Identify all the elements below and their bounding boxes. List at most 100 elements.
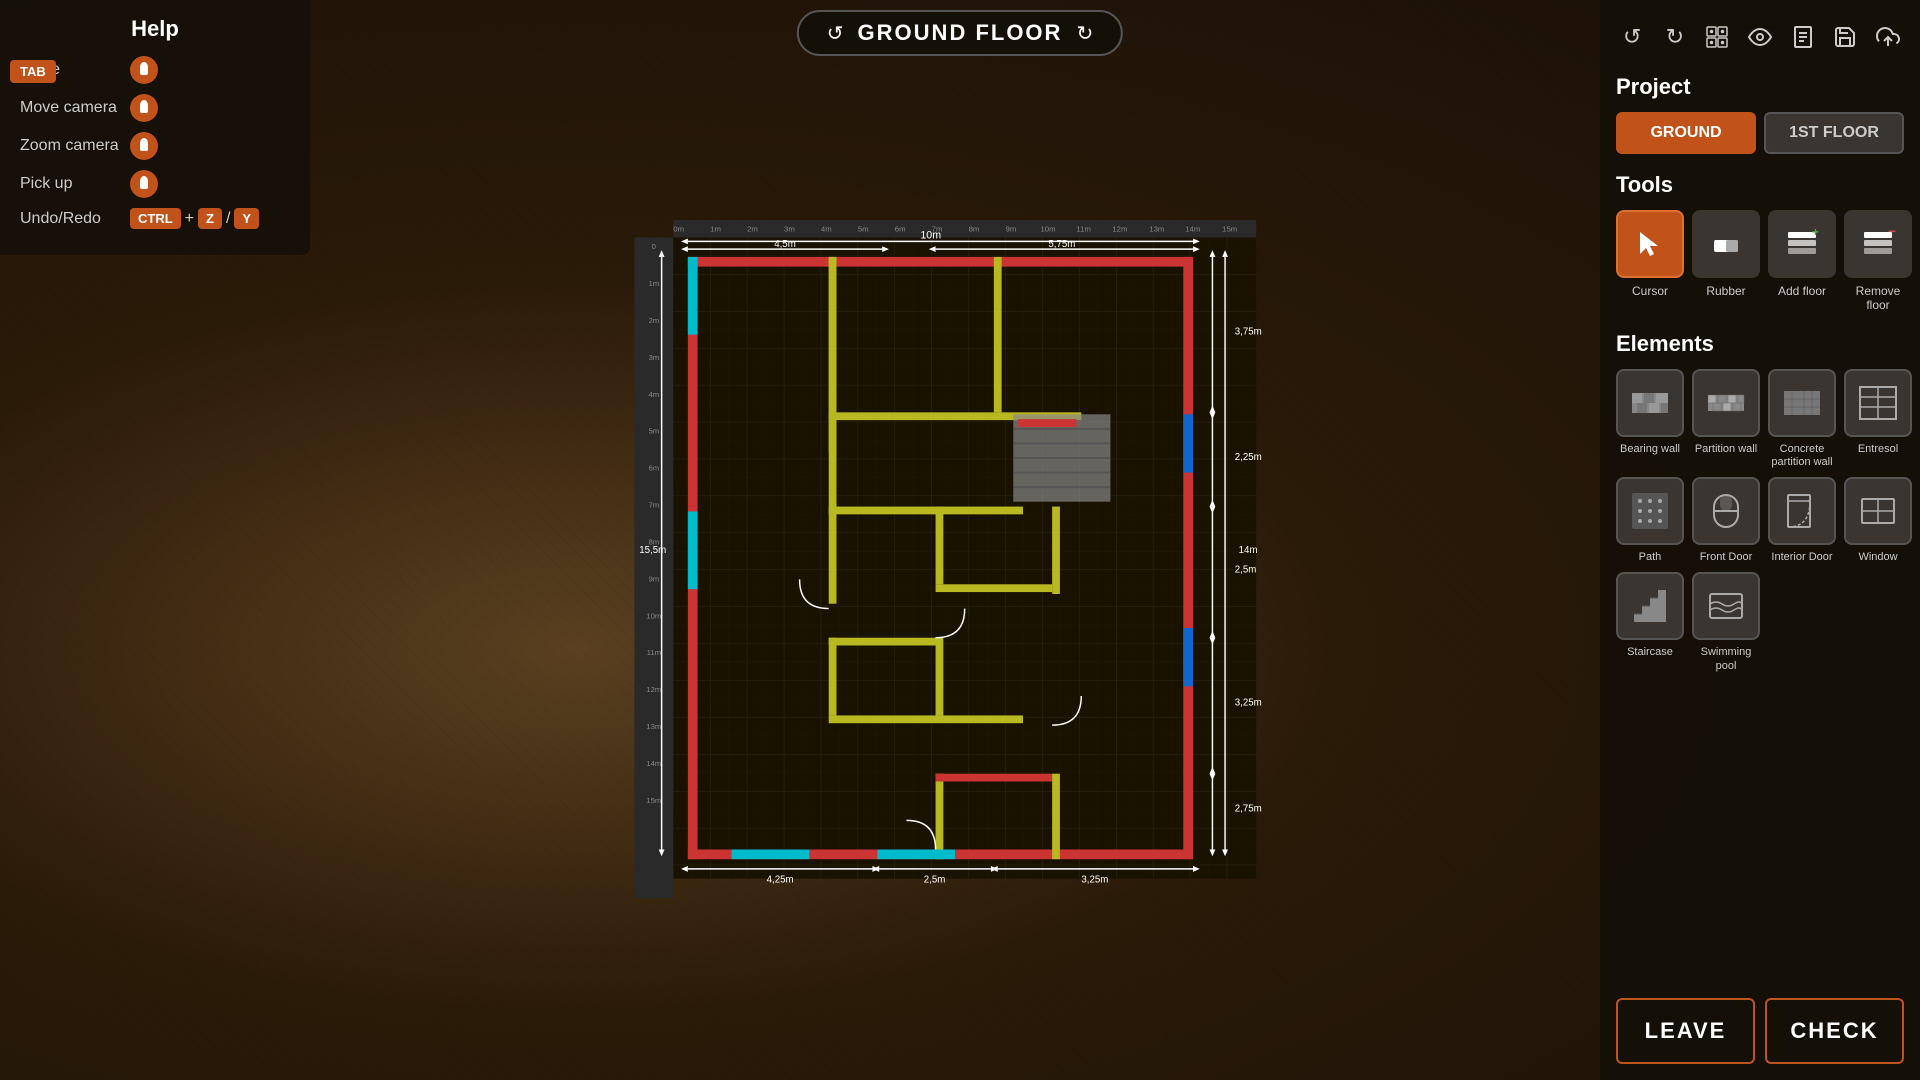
svg-text:10m: 10m — [920, 229, 941, 241]
partition-wall-icon — [1692, 369, 1760, 437]
svg-text:4,5m: 4,5m — [774, 239, 796, 250]
partition-wall-element[interactable]: Partition wall — [1692, 369, 1760, 469]
svg-text:10m: 10m — [1040, 225, 1055, 234]
elements-section-title: Elements — [1616, 331, 1904, 357]
remove-floor-tool[interactable]: − Remove floor — [1844, 210, 1912, 313]
z-key: Z — [198, 208, 222, 229]
svg-text:1m: 1m — [710, 225, 721, 234]
svg-text:8m: 8m — [969, 225, 980, 234]
svg-text:+: + — [1812, 226, 1819, 239]
undo-redo-label: Undo/Redo — [20, 210, 120, 228]
upload-icon[interactable] — [1871, 16, 1904, 58]
svg-text:11m: 11m — [1076, 225, 1091, 234]
rubber-label: Rubber — [1706, 284, 1745, 298]
zoom-key — [130, 132, 158, 160]
svg-text:6m: 6m — [895, 225, 906, 234]
floor-title: GROUND FLOOR — [858, 20, 1063, 46]
place-key — [130, 56, 158, 84]
concrete-partition-wall-element[interactable]: Concrete partition wall — [1768, 369, 1836, 469]
interior-door-element[interactable]: Interior Door — [1768, 477, 1836, 564]
redo-icon[interactable]: ↻ — [1659, 16, 1692, 58]
bottom-buttons: LEAVE CHECK — [1616, 998, 1904, 1064]
bearing-wall-element[interactable]: Bearing wall — [1616, 369, 1684, 469]
svg-text:14m: 14m — [1185, 225, 1200, 234]
svg-text:−: − — [1888, 226, 1896, 239]
rubber-icon-box — [1692, 210, 1760, 278]
undo-redo-keys: CTRL + Z / Y — [130, 208, 259, 229]
svg-text:0m: 0m — [673, 225, 684, 234]
move-camera-key — [130, 94, 158, 122]
front-door-icon — [1692, 477, 1760, 545]
front-door-label: Front Door — [1700, 551, 1753, 564]
staircase-element[interactable]: Staircase — [1616, 572, 1684, 672]
interior-door-icon — [1768, 477, 1836, 545]
bearing-wall-label: Bearing wall — [1620, 443, 1680, 456]
floor-indicator: ↺ GROUND FLOOR ↻ — [797, 10, 1123, 56]
add-floor-label: Add floor — [1778, 284, 1826, 298]
leave-button[interactable]: LEAVE — [1616, 998, 1755, 1064]
svg-text:4,25m: 4,25m — [767, 875, 794, 886]
window-element[interactable]: Window — [1844, 477, 1912, 564]
window-label: Window — [1858, 551, 1897, 564]
svg-text:2m: 2m — [648, 316, 659, 325]
cursor-label: Cursor — [1632, 284, 1668, 298]
svg-text:3,75m: 3,75m — [1235, 327, 1262, 338]
concrete-partition-wall-icon — [1768, 369, 1836, 437]
eye-icon[interactable] — [1744, 16, 1777, 58]
svg-text:13m: 13m — [1149, 225, 1164, 234]
svg-text:9m: 9m — [1006, 225, 1017, 234]
partition-wall-label: Partition wall — [1695, 443, 1757, 456]
concrete-partition-wall-label: Concrete partition wall — [1768, 443, 1836, 469]
help-panel: Help Place Move camera Zoom camera Pick … — [0, 0, 310, 255]
cursor-tool[interactable]: Cursor — [1616, 210, 1684, 313]
project-section-title: Project — [1616, 74, 1904, 100]
path-icon — [1616, 477, 1684, 545]
pickup-key — [130, 170, 158, 198]
svg-text:3,25m: 3,25m — [1235, 698, 1262, 709]
svg-text:15m: 15m — [646, 796, 661, 805]
svg-text:14m: 14m — [646, 759, 661, 768]
entresol-label: Entresol — [1858, 443, 1898, 456]
svg-text:13m: 13m — [646, 722, 661, 731]
svg-text:12m: 12m — [646, 685, 661, 694]
svg-text:2m: 2m — [747, 225, 758, 234]
window-icon — [1844, 477, 1912, 545]
first-floor-button[interactable]: 1ST FLOOR — [1764, 112, 1904, 154]
svg-text:0: 0 — [652, 242, 657, 251]
help-row-pickup: Pick up — [20, 170, 290, 198]
svg-text:2,5m: 2,5m — [924, 875, 946, 886]
top-toolbar: ↺ ↻ — [1616, 16, 1904, 58]
path-label: Path — [1639, 551, 1662, 564]
svg-text:5m: 5m — [858, 225, 869, 234]
svg-text:4m: 4m — [648, 390, 659, 399]
undo-icon[interactable]: ↺ — [1616, 16, 1649, 58]
zoom-label: Zoom camera — [20, 137, 120, 155]
tab-badge[interactable]: TAB — [10, 60, 56, 83]
save-icon[interactable] — [1829, 16, 1862, 58]
entresol-element[interactable]: Entresol — [1844, 369, 1912, 469]
interior-door-label: Interior Door — [1771, 551, 1832, 564]
elements-grid: Bearing wall Partition wall — [1616, 369, 1904, 673]
swimming-pool-element[interactable]: Swimming pool — [1692, 572, 1760, 672]
rubber-tool[interactable]: Rubber — [1692, 210, 1760, 313]
svg-text:3,25m: 3,25m — [1081, 875, 1108, 886]
floor-buttons: GROUND 1ST FLOOR — [1616, 112, 1904, 154]
front-door-element[interactable]: Front Door — [1692, 477, 1760, 564]
canvas-area: 10m 4,5m 5,75m 0m 1m 2m 3m 4m 5m 6m 7m 8… — [310, 0, 1600, 1080]
document-icon[interactable] — [1786, 16, 1819, 58]
tools-section-title: Tools — [1616, 172, 1904, 198]
swimming-pool-icon — [1692, 572, 1760, 640]
move-camera-label: Move camera — [20, 99, 120, 117]
cursor-icon-box — [1616, 210, 1684, 278]
svg-text:3m: 3m — [784, 225, 795, 234]
staircase-icon — [1616, 572, 1684, 640]
bearing-wall-icon — [1616, 369, 1684, 437]
ground-floor-button[interactable]: GROUND — [1616, 112, 1756, 154]
ctrl-key: CTRL — [130, 208, 181, 229]
path-element[interactable]: Path — [1616, 477, 1684, 564]
dice-icon[interactable] — [1701, 16, 1734, 58]
svg-text:2,5m: 2,5m — [1235, 565, 1257, 576]
svg-text:7m: 7m — [648, 501, 659, 510]
add-floor-tool[interactable]: + Add floor — [1768, 210, 1836, 313]
check-button[interactable]: CHECK — [1765, 998, 1904, 1064]
